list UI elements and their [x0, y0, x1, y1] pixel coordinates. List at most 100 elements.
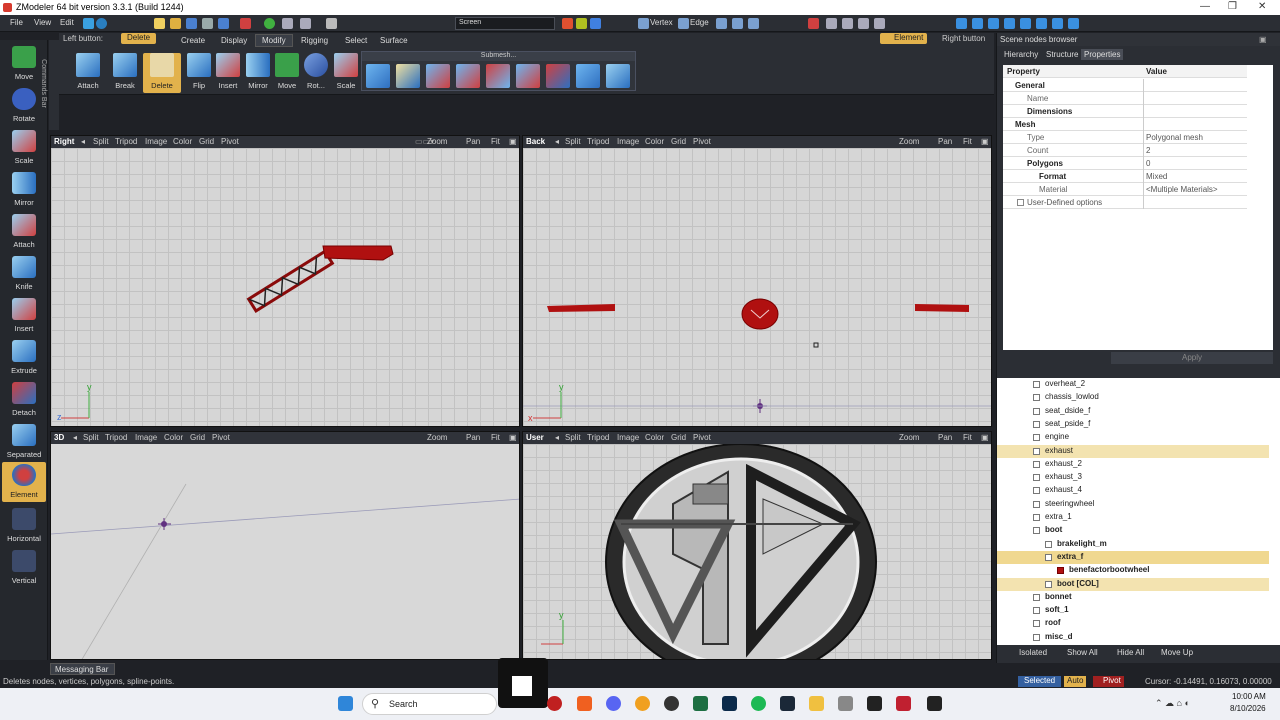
polygon-mode-icon[interactable]	[716, 18, 727, 29]
viewport-back[interactable]: Back ◂ Split Tripod Image Color Grid Piv…	[522, 135, 992, 427]
show-all-button[interactable]: Show All	[1067, 648, 1098, 657]
split-button[interactable]: Split	[565, 433, 581, 442]
viewport-menu-icon[interactable]: ◂	[73, 433, 77, 442]
axis-x-icon[interactable]	[562, 18, 573, 29]
submesh-tool-6-icon[interactable]	[516, 64, 540, 88]
image-button[interactable]: Image	[145, 137, 167, 146]
redo-icon[interactable]	[264, 18, 275, 29]
visibility-checkbox[interactable]	[1033, 633, 1040, 641]
maximize-icon[interactable]: ❐	[1228, 1, 1237, 12]
zoom-button[interactable]: Zoom	[899, 137, 919, 146]
app-icon[interactable]	[838, 696, 853, 711]
minimize-icon[interactable]: —	[1200, 1, 1210, 12]
tree-item[interactable]: brakelight_m	[997, 538, 1269, 551]
tab-hierarchy[interactable]: Hierarchy	[1001, 49, 1041, 60]
split-button[interactable]: Split	[93, 137, 109, 146]
app-icon[interactable]	[867, 696, 882, 711]
visibility-checkbox[interactable]	[1033, 514, 1040, 521]
tree-item[interactable]: exhaust_2	[997, 458, 1269, 471]
grid-button[interactable]: Grid	[671, 433, 686, 442]
new-file-icon[interactable]	[154, 18, 165, 29]
tree-item[interactable]: exhaust_4	[997, 484, 1269, 497]
property-row[interactable]: Name	[1003, 92, 1247, 105]
visibility-checkbox[interactable]	[1033, 407, 1040, 415]
property-row[interactable]: Format Mixed	[1003, 170, 1247, 183]
pivot-button[interactable]: Pivot	[221, 137, 239, 146]
visibility-checkbox[interactable]	[1033, 381, 1040, 388]
tree-item[interactable]: benefactorbootwheel	[997, 564, 1269, 577]
tab-structure[interactable]: Structure	[1043, 49, 1081, 60]
tab-display[interactable]: Display	[215, 35, 253, 46]
tool-element[interactable]: Element	[2, 462, 46, 502]
app-icon[interactable]	[927, 696, 942, 711]
visibility-checkbox[interactable]	[1045, 553, 1052, 561]
edge-mode-label[interactable]: Edge	[690, 18, 709, 27]
image-button[interactable]: Image	[135, 433, 157, 442]
messaging-bar-tab[interactable]: Messaging Bar	[50, 663, 115, 675]
color-button[interactable]: Color	[645, 137, 664, 146]
tree-item[interactable]: overheat_2	[997, 378, 1269, 391]
tree-item[interactable]: extra_1	[997, 511, 1269, 524]
right-button-value[interactable]: Element	[880, 33, 928, 44]
color-button[interactable]: Color	[164, 433, 183, 442]
taskbar-search[interactable]: ⚲ Search	[362, 693, 497, 715]
tree-item[interactable]: bonnet	[997, 591, 1269, 604]
fit-button[interactable]: Fit	[491, 137, 500, 146]
axis-z-icon[interactable]	[590, 18, 601, 29]
visibility-checkbox[interactable]	[1033, 593, 1040, 601]
viewport-name[interactable]: Right	[54, 137, 74, 146]
tree-item[interactable]: misc_d	[997, 631, 1269, 644]
layout-1-icon[interactable]	[956, 18, 967, 29]
layout-6-icon[interactable]	[1036, 18, 1047, 29]
layout-3-icon[interactable]	[988, 18, 999, 29]
file-explorer-icon[interactable]	[809, 696, 824, 711]
app-icon[interactable]	[635, 696, 650, 711]
discord-icon[interactable]	[606, 696, 621, 711]
property-row[interactable]: Count 2	[1003, 144, 1247, 157]
viewport-right[interactable]: Right ◂ Split Tripod Image Color Grid Pi…	[50, 135, 520, 427]
left-button-value[interactable]: Delete	[121, 33, 157, 44]
print-icon[interactable]	[202, 18, 213, 29]
viewport-name[interactable]: 3D	[54, 433, 64, 442]
paste-icon[interactable]	[300, 18, 311, 29]
mesh-mode-icon[interactable]	[748, 18, 759, 29]
scale-button[interactable]: Scale	[331, 53, 361, 93]
viewport-user[interactable]: User ◂ Split Tripod Image Color Grid Piv…	[522, 431, 992, 660]
zmodeler-taskbar-icon[interactable]	[896, 696, 911, 711]
submesh-tool-4-icon[interactable]	[456, 64, 480, 88]
tool-extrude[interactable]: Extrude	[2, 338, 46, 378]
panel-pin-icon[interactable]: ▣	[1259, 35, 1267, 44]
viewport-menu-icon[interactable]: ◂	[555, 137, 559, 146]
pan-button[interactable]: Pan	[938, 137, 952, 146]
tree-item[interactable]: roof	[997, 617, 1269, 630]
github-icon[interactable]	[664, 696, 679, 711]
tree-item[interactable]: exhaust_3	[997, 471, 1269, 484]
visibility-checkbox[interactable]	[1057, 567, 1064, 575]
zoom-button[interactable]: Zoom	[427, 433, 447, 442]
tree-item[interactable]: boot	[997, 524, 1269, 537]
viewport-name[interactable]: Back	[526, 137, 545, 146]
clock-date[interactable]: 8/10/2026	[1230, 704, 1266, 713]
submesh-tool-3-icon[interactable]	[426, 64, 450, 88]
maximize-viewport-icon[interactable]: ▣	[981, 433, 989, 442]
layout-5-icon[interactable]	[1020, 18, 1031, 29]
pivot-button[interactable]: Pivot	[212, 433, 230, 442]
break-button[interactable]: Break	[110, 53, 140, 93]
open-file-icon[interactable]	[170, 18, 181, 29]
select-lasso-icon[interactable]	[842, 18, 853, 29]
property-row[interactable]: Material <Multiple Materials>	[1003, 183, 1247, 196]
submesh-tool-5-icon[interactable]	[486, 64, 510, 88]
menu-view[interactable]: View	[34, 18, 51, 27]
commands-bar[interactable]: Commands Bar	[40, 40, 59, 130]
element-mode-icon[interactable]	[732, 18, 743, 29]
fit-button[interactable]: Fit	[963, 137, 972, 146]
viewport-3d[interactable]: 3D ◂ Split Tripod Image Color Grid Pivot…	[50, 431, 520, 660]
spotify-icon[interactable]	[751, 696, 766, 711]
property-row[interactable]: User-Defined options	[1003, 196, 1247, 209]
move-up-button[interactable]: Move Up	[1161, 648, 1193, 657]
vertex-mode-label[interactable]: Vertex	[650, 18, 673, 27]
tool-icon[interactable]	[83, 18, 94, 29]
tab-select[interactable]: Select	[339, 35, 373, 46]
zoom-button[interactable]: Zoom	[427, 137, 447, 146]
submesh-tool-1-icon[interactable]	[366, 64, 390, 88]
